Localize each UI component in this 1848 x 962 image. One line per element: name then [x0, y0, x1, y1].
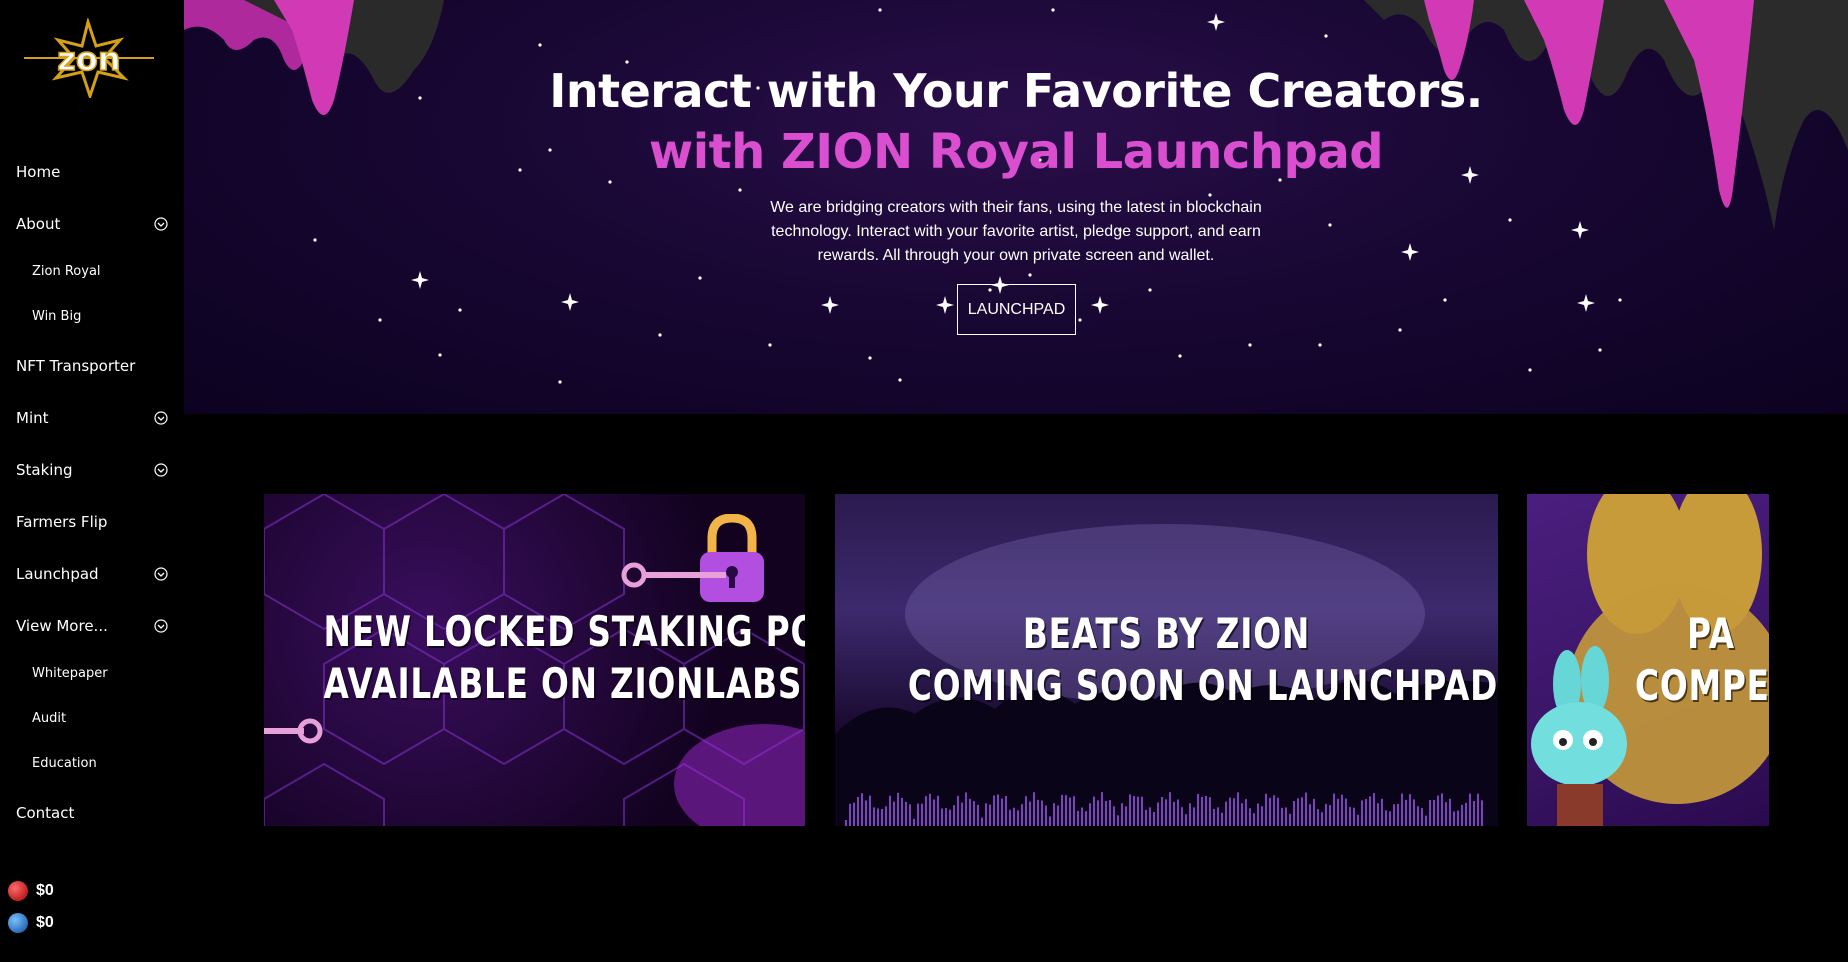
sidebar-item-nft-transporter[interactable]: NFT Transporter: [16, 351, 168, 381]
sidebar-item-staking[interactable]: Staking: [16, 455, 168, 485]
card-beats-line1: BEATS BY ZION: [1022, 609, 1311, 658]
key-icon: [620, 560, 730, 590]
chevron-down-icon[interactable]: [154, 217, 168, 231]
sidebar-item-label: Zion Royal: [32, 263, 101, 279]
card-staking-line2: AVAILABLE ON ZIONLABS: [323, 659, 803, 708]
hero-banner: Interact with Your Favorite Creators. wi…: [184, 0, 1848, 414]
launchpad-button[interactable]: LAUNCHPAD: [957, 284, 1076, 335]
chevron-down-icon[interactable]: [154, 619, 168, 633]
sidebar-item-label: Education: [32, 755, 97, 771]
balance-red: $0: [8, 881, 54, 901]
card-competition-line2: COMPET: [1635, 661, 1769, 710]
blue-token-icon: [8, 913, 28, 933]
red-token-icon: [8, 881, 28, 901]
sidebar-item-label: NFT Transporter: [16, 357, 136, 375]
sidebar-item-label: Staking: [16, 461, 73, 479]
card-staking-line1: NEW LOCKED STAKING POOLS: [323, 607, 805, 656]
sidebar-item-label: Audit: [32, 710, 67, 726]
sidebar-item-label: Whitepaper: [32, 665, 108, 681]
hero-subtitle: with ZION Royal Launchpad: [648, 124, 1384, 180]
sidebar-item-label: Win Big: [32, 308, 82, 324]
balance-red-value: $0: [36, 882, 54, 899]
card-competition[interactable]: PA COMPET: [1527, 494, 1769, 826]
sidebar-item-label: Home: [16, 163, 61, 181]
sidebar-item-zion-royal[interactable]: Zion Royal: [32, 256, 168, 286]
chevron-down-icon[interactable]: [154, 411, 168, 425]
sidebar-item-label: Launchpad: [16, 565, 99, 583]
sidebar-item-about[interactable]: About: [16, 209, 168, 239]
sidebar-item-mint[interactable]: Mint: [16, 403, 168, 433]
sidebar-item-label: View More...: [16, 617, 108, 635]
hero-description: We are bridging creators with their fans…: [770, 199, 1262, 264]
sidebar-item-label: Contact: [16, 804, 75, 822]
sidebar-item-win-big[interactable]: Win Big: [32, 301, 168, 331]
zion-logo[interactable]: zon: [24, 16, 154, 101]
sidebar-item-farmers-flip[interactable]: Farmers Flip: [16, 507, 168, 537]
sidebar-item-label: About: [16, 215, 61, 233]
chevron-down-icon[interactable]: [154, 463, 168, 477]
sidebar-item-contact[interactable]: Contact: [16, 798, 168, 828]
card-beats-by-zion[interactable]: BEATS BY ZION COMING SOON ON LAUNCHPAD: [835, 494, 1498, 826]
sidebar-item-view-more[interactable]: View More...: [16, 611, 168, 641]
chevron-down-icon[interactable]: [154, 567, 168, 581]
logo-text: zon: [57, 40, 120, 78]
sidebar-item-launchpad[interactable]: Launchpad: [16, 559, 168, 589]
sidebar-item-education[interactable]: Education: [32, 748, 168, 778]
balance-blue-value: $0: [36, 914, 54, 931]
sidebar-item-label: Mint: [16, 409, 49, 427]
card-beats-line2: COMING SOON ON LAUNCHPAD: [907, 661, 1498, 710]
sidebar-item-home[interactable]: Home: [16, 157, 168, 187]
hero-title: Interact with Your Favorite Creators.: [549, 64, 1483, 118]
sidebar-item-label: Farmers Flip: [16, 513, 108, 531]
card-competition-line1: PA: [1687, 609, 1735, 658]
sidebar-item-whitepaper[interactable]: Whitepaper: [32, 658, 168, 688]
sidebar: zon Home About Zion Royal Win Big NFT Transp…: [0, 0, 184, 962]
card-staking-pools[interactable]: NEW LOCKED STAKING POOLS AVAILABLE ON ZI…: [264, 494, 805, 826]
balance-blue: $0: [8, 913, 54, 933]
sidebar-item-audit[interactable]: Audit: [32, 703, 168, 733]
lock-icon: [692, 513, 772, 604]
key-icon: [264, 716, 324, 746]
